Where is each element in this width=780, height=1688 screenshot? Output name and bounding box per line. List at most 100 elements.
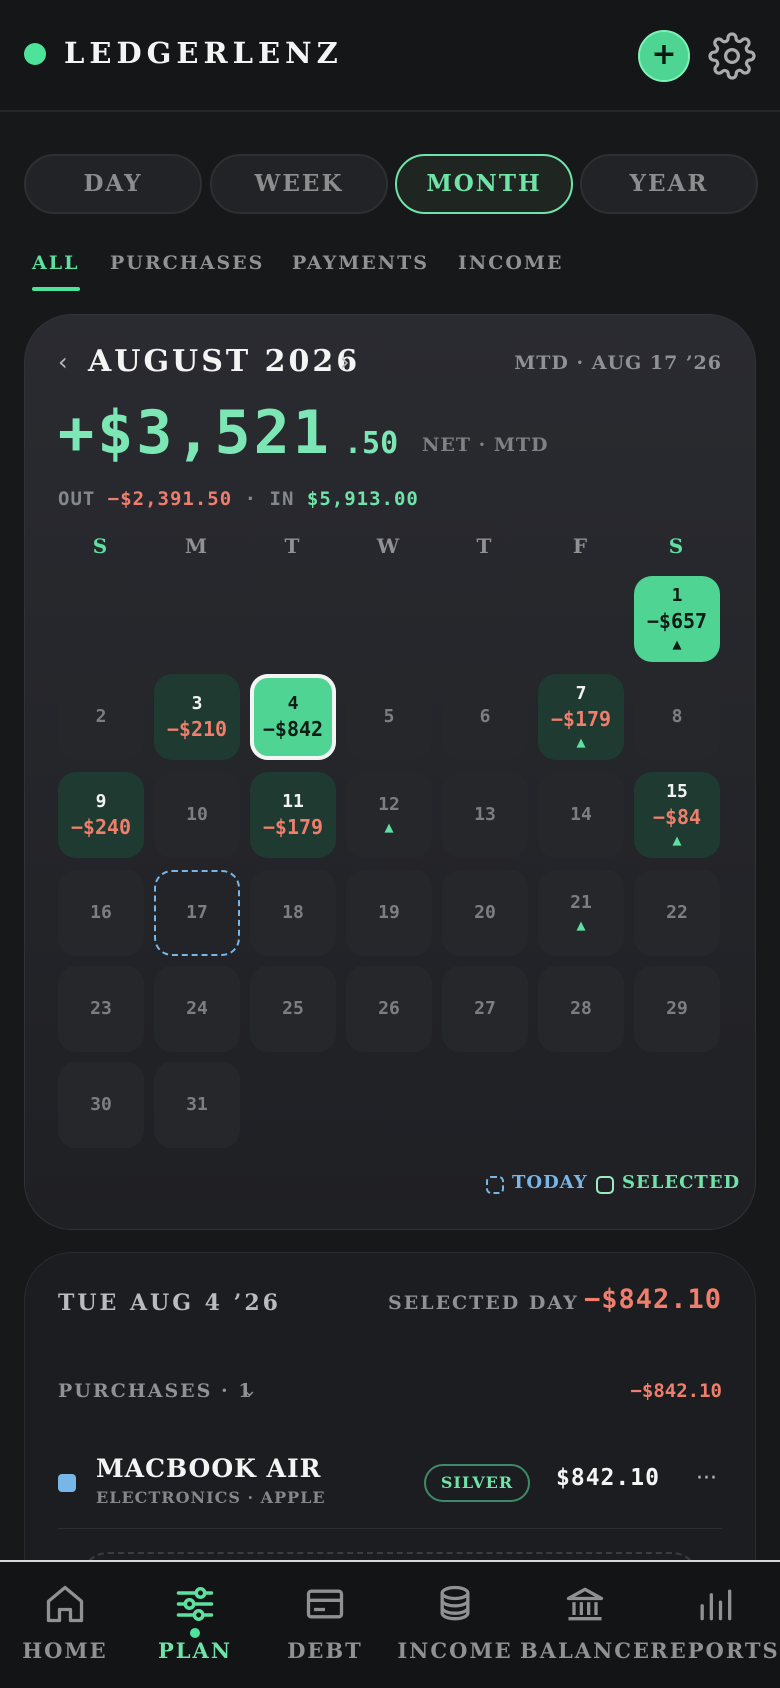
period-day-button[interactable]: DAY bbox=[24, 154, 202, 214]
calendar-day-19[interactable]: 19 bbox=[346, 870, 432, 956]
calendar-day-4[interactable]: 4 −$842 bbox=[250, 674, 336, 760]
nav-home[interactable]: HOME bbox=[0, 1560, 130, 1688]
calendar-day-8[interactable]: 8 bbox=[634, 674, 720, 760]
calendar-day-24[interactable]: 24 bbox=[154, 966, 240, 1052]
calendar-day-12[interactable]: 12 ▲ bbox=[346, 772, 432, 858]
calendar-day-15[interactable]: 15 −$84 ▲ bbox=[634, 772, 720, 858]
day-number: 23 bbox=[90, 998, 112, 1019]
purchases-group-toggle[interactable]: PURCHASES · 1 bbox=[58, 1380, 253, 1402]
day-number: 22 bbox=[666, 902, 688, 923]
day-number: 3 bbox=[191, 693, 203, 714]
purchases-group-amount: −$842.10 bbox=[630, 1380, 722, 1402]
day-number: 4 bbox=[287, 693, 299, 714]
period-month-button[interactable]: MONTH bbox=[395, 154, 573, 214]
day-number: 10 bbox=[186, 804, 208, 825]
calendar-day-22[interactable]: 22 bbox=[634, 870, 720, 956]
tab-payments[interactable]: PAYMENTS bbox=[292, 252, 429, 274]
day-number: 5 bbox=[383, 706, 395, 727]
day-number: 30 bbox=[90, 1094, 112, 1115]
tab-purchases[interactable]: PURCHASES bbox=[110, 252, 264, 274]
calendar-day-21[interactable]: 21 ▲ bbox=[538, 870, 624, 956]
income-marker-icon: ▲ bbox=[576, 733, 586, 751]
calendar-day-1[interactable]: 1 −$657 ▲ bbox=[634, 576, 720, 662]
in-label: IN bbox=[269, 488, 295, 510]
calendar-day-28[interactable]: 28 bbox=[538, 966, 624, 1052]
day-number: 7 bbox=[575, 683, 587, 704]
calendar-day-30[interactable]: 30 bbox=[58, 1062, 144, 1148]
add-button[interactable]: + bbox=[638, 30, 690, 82]
calendar-day-26[interactable]: 26 bbox=[346, 966, 432, 1052]
out-label: OUT bbox=[58, 488, 96, 510]
calendar-day-14[interactable]: 14 bbox=[538, 772, 624, 858]
calendar-day-11[interactable]: 11 −$179 bbox=[250, 772, 336, 858]
summary-separator: · bbox=[244, 488, 258, 510]
day-number: 21 bbox=[570, 892, 592, 913]
day-number: 31 bbox=[186, 1094, 208, 1115]
calendar-day-9[interactable]: 9 −$240 bbox=[58, 772, 144, 858]
calendar-day-25[interactable]: 25 bbox=[250, 966, 336, 1052]
chevron-down-icon[interactable]: ⌄ bbox=[242, 1380, 257, 1401]
active-tab-indicator bbox=[32, 287, 80, 291]
day-number: 29 bbox=[666, 998, 688, 1019]
selected-legend-swatch bbox=[596, 1176, 614, 1194]
day-number: 25 bbox=[282, 998, 304, 1019]
sliders-icon bbox=[176, 1587, 214, 1621]
bank-icon bbox=[566, 1587, 604, 1621]
tab-income[interactable]: INCOME bbox=[458, 252, 563, 274]
more-options-button[interactable]: ··· bbox=[696, 1466, 717, 1491]
meta-separator: · bbox=[247, 1488, 255, 1507]
card-icon bbox=[306, 1589, 344, 1619]
calendar-day-23[interactable]: 23 bbox=[58, 966, 144, 1052]
day-number: 20 bbox=[474, 902, 496, 923]
calendar-day-7[interactable]: 7 −$179 ▲ bbox=[538, 674, 624, 760]
transaction-category: ELECTRONICS bbox=[96, 1488, 241, 1507]
calendar-day-2[interactable]: 2 bbox=[58, 674, 144, 760]
weekday-wed: W bbox=[376, 534, 400, 558]
calendar-day-13[interactable]: 13 bbox=[442, 772, 528, 858]
nav-reports[interactable]: REPORTS bbox=[650, 1560, 780, 1688]
weekday-mon: M bbox=[184, 534, 208, 558]
income-marker-icon: ▲ bbox=[672, 635, 682, 653]
day-amount: −$179 bbox=[262, 815, 324, 839]
home-icon bbox=[46, 1585, 84, 1623]
app-header: LEDGERLENZ + bbox=[0, 0, 780, 112]
day-amount: −$240 bbox=[70, 815, 132, 839]
period-year-button[interactable]: YEAR bbox=[580, 154, 758, 214]
calendar-day-3[interactable]: 3 −$210 bbox=[154, 674, 240, 760]
day-number: 1 bbox=[671, 585, 683, 606]
nav-balance[interactable]: BALANCE bbox=[520, 1560, 650, 1688]
app-title: LEDGERLENZ bbox=[64, 36, 343, 70]
weekday-thu: T bbox=[476, 534, 492, 558]
calendar-day-5[interactable]: 5 bbox=[346, 674, 432, 760]
calendar-day-6[interactable]: 6 bbox=[442, 674, 528, 760]
nav-debt[interactable]: DEBT bbox=[260, 1560, 390, 1688]
nav-debt-label: DEBT bbox=[287, 1638, 363, 1663]
calendar-day-16[interactable]: 16 bbox=[58, 870, 144, 956]
calendar-day-27[interactable]: 27 bbox=[442, 966, 528, 1052]
day-amount: −$657 bbox=[646, 609, 708, 633]
selected-day-amount: −$842.10 bbox=[583, 1284, 722, 1315]
tab-all[interactable]: ALL bbox=[32, 252, 79, 274]
nav-income[interactable]: INCOME bbox=[390, 1560, 520, 1688]
calendar-day-17[interactable]: 17 bbox=[154, 870, 240, 956]
next-month-button[interactable]: › bbox=[340, 348, 350, 376]
transaction-name[interactable]: MACBOOK AIR bbox=[96, 1454, 321, 1483]
day-amount: −$210 bbox=[166, 717, 228, 741]
calendar-day-10[interactable]: 10 bbox=[154, 772, 240, 858]
day-number: 14 bbox=[570, 804, 592, 825]
prev-month-button[interactable]: ‹ bbox=[58, 348, 68, 376]
calendar-day-31[interactable]: 31 bbox=[154, 1062, 240, 1148]
calendar-day-18[interactable]: 18 bbox=[250, 870, 336, 956]
weekday-tue: T bbox=[284, 534, 300, 558]
day-number: 17 bbox=[186, 902, 208, 923]
calendar-day-29[interactable]: 29 bbox=[634, 966, 720, 1052]
selected-day-label: SELECTED DAY bbox=[388, 1292, 579, 1314]
day-number: 15 bbox=[666, 781, 688, 802]
day-number: 18 bbox=[282, 902, 304, 923]
nav-plan[interactable]: PLAN bbox=[130, 1560, 260, 1688]
transaction-amount: $842.10 bbox=[556, 1465, 660, 1491]
gear-icon[interactable] bbox=[708, 32, 756, 80]
period-week-button[interactable]: WEEK bbox=[210, 154, 388, 214]
selected-day-title: TUE AUG 4 ’26 bbox=[58, 1290, 281, 1316]
calendar-day-20[interactable]: 20 bbox=[442, 870, 528, 956]
